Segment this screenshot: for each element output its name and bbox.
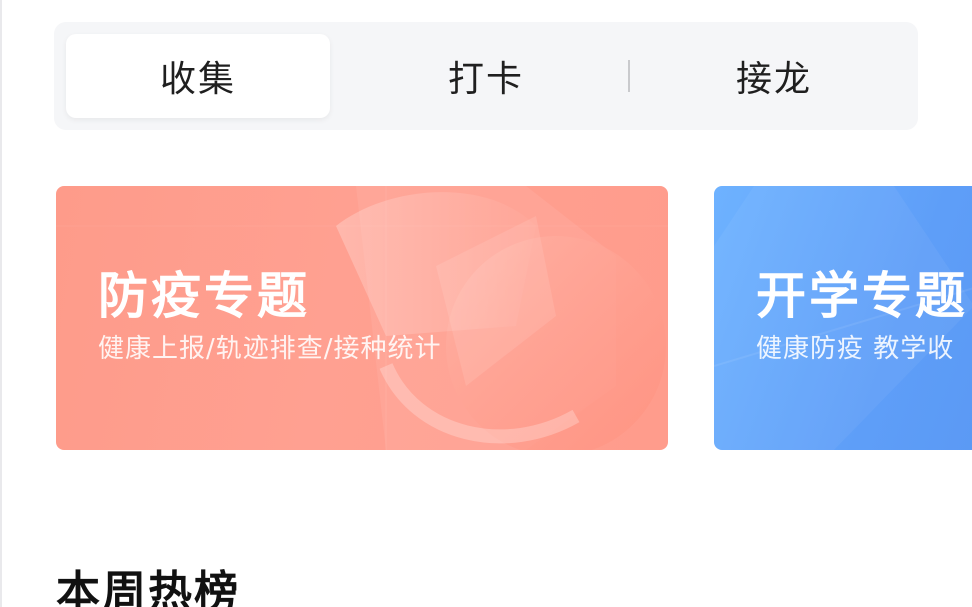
segmented-tab-bar: 收集 打卡 接龙 [54, 22, 918, 130]
banner-subtitle: 健康上报/轨迹排查/接种统计 [98, 334, 442, 364]
tab-checkin[interactable]: 打卡 [354, 34, 618, 118]
left-edge-divider [0, 0, 2, 607]
weekly-hot-list-heading: 本周热榜 [56, 567, 240, 607]
banner-title: 开学专题 [756, 267, 968, 325]
banner-school-opening[interactable]: 开学专题 健康防疫 教学收 [714, 186, 972, 450]
banner-title: 防疫专题 [98, 267, 310, 325]
tab-divider [628, 60, 630, 92]
tab-relay[interactable]: 接龙 [642, 34, 906, 118]
app-screen: 收集 打卡 接龙 防疫专题 健康上报/轨迹排查/接种统计 开学专题 健康防疫 教… [0, 0, 972, 607]
banner-epidemic-prevention[interactable]: 防疫专题 健康上报/轨迹排查/接种统计 [56, 186, 668, 450]
banner-subtitle: 健康防疫 教学收 [756, 334, 955, 364]
tab-collect[interactable]: 收集 [66, 34, 330, 118]
